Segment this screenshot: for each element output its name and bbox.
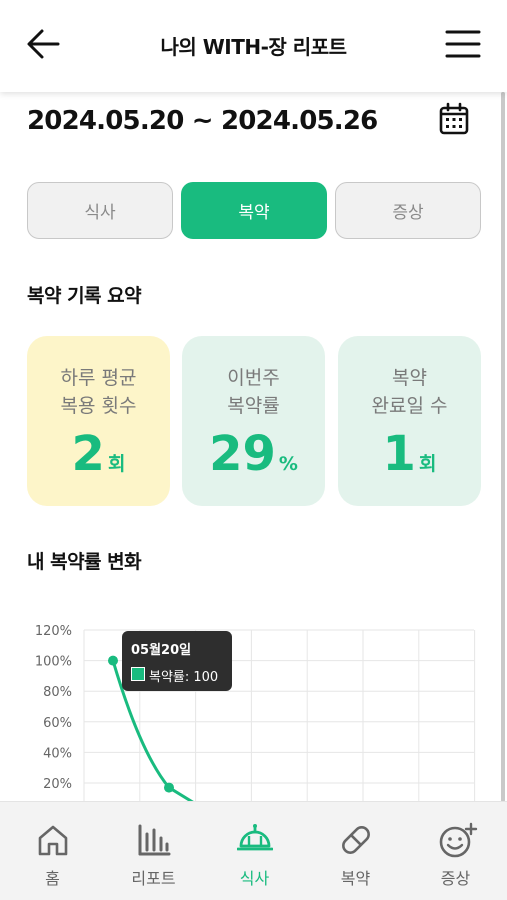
nav-label: 복약 <box>340 869 371 888</box>
nav-home[interactable]: 홈 <box>2 802 103 900</box>
summary-card-completed-days: 복약 완료일 수 1회 <box>338 336 481 506</box>
y-tick-label: 60% <box>43 716 72 731</box>
menu-button[interactable] <box>443 24 483 64</box>
card-label: 복약 완료일 수 <box>371 367 448 417</box>
bottom-nav: 홈 리포트 식사 복약 증상 <box>0 801 507 900</box>
medication-rate-chart: 120% 100% 80% 60% 40% 20% <box>35 624 476 801</box>
tab-symptom[interactable]: 증상 <box>335 182 481 239</box>
y-tick-label: 40% <box>43 746 72 761</box>
tooltip-title: 05월20일 <box>131 643 192 658</box>
data-point[interactable] <box>164 782 174 793</box>
chart-tooltip: 05월20일 복약률: 100 <box>122 631 232 691</box>
card-label: 하루 평균 복용 횟수 <box>60 367 137 417</box>
page-title: 나의 WITH-장 리포트 <box>160 35 347 59</box>
home-icon <box>38 825 68 856</box>
nav-label: 리포트 <box>131 869 176 888</box>
date-range: 2024.05.20 ~ 2024.05.26 <box>27 106 378 136</box>
nav-label: 증상 <box>440 869 471 888</box>
bar-chart-icon <box>138 824 171 856</box>
y-tick-label: 20% <box>43 777 72 792</box>
tooltip-swatch <box>131 667 145 681</box>
y-tick-label: 100% <box>35 655 72 670</box>
card-value: 29 <box>209 426 276 482</box>
nav-label: 식사 <box>239 869 270 888</box>
card-value: 2 <box>71 426 105 482</box>
nav-meal[interactable]: 식사 <box>204 802 305 900</box>
tab-meal[interactable]: 식사 <box>27 182 173 239</box>
data-point[interactable] <box>108 655 118 666</box>
nav-label: 홈 <box>45 869 60 888</box>
y-tick-label: 80% <box>43 685 72 700</box>
tab-medication[interactable]: 복약 <box>181 182 327 239</box>
card-label: 이번주 복약률 <box>227 367 280 417</box>
card-unit: 회 <box>107 453 126 475</box>
y-tick-label: 120% <box>35 624 72 639</box>
nav-report[interactable]: 리포트 <box>103 802 204 900</box>
smiley-plus-icon <box>439 822 478 858</box>
card-unit: % <box>278 453 298 475</box>
nav-medication[interactable]: 복약 <box>305 802 406 900</box>
summary-title: 복약 기록 요약 <box>27 285 142 307</box>
meal-dome-icon <box>237 824 273 851</box>
card-unit: 회 <box>418 453 437 475</box>
summary-card-daily-average: 하루 평균 복용 횟수 2회 <box>27 336 170 506</box>
summary-card-weekly-rate: 이번주 복약률 29% <box>182 336 325 506</box>
tooltip-text: 복약률: 100 <box>149 670 219 685</box>
calendar-button[interactable] <box>438 102 470 136</box>
pill-icon <box>342 826 370 854</box>
app-header: 나의 WITH-장 리포트 <box>0 0 507 92</box>
calendar-icon <box>439 102 469 135</box>
chart-title: 내 복약률 변화 <box>27 551 142 573</box>
hamburger-menu-icon <box>445 30 481 58</box>
nav-symptom[interactable]: 증상 <box>405 802 506 900</box>
card-value: 1 <box>382 426 416 482</box>
